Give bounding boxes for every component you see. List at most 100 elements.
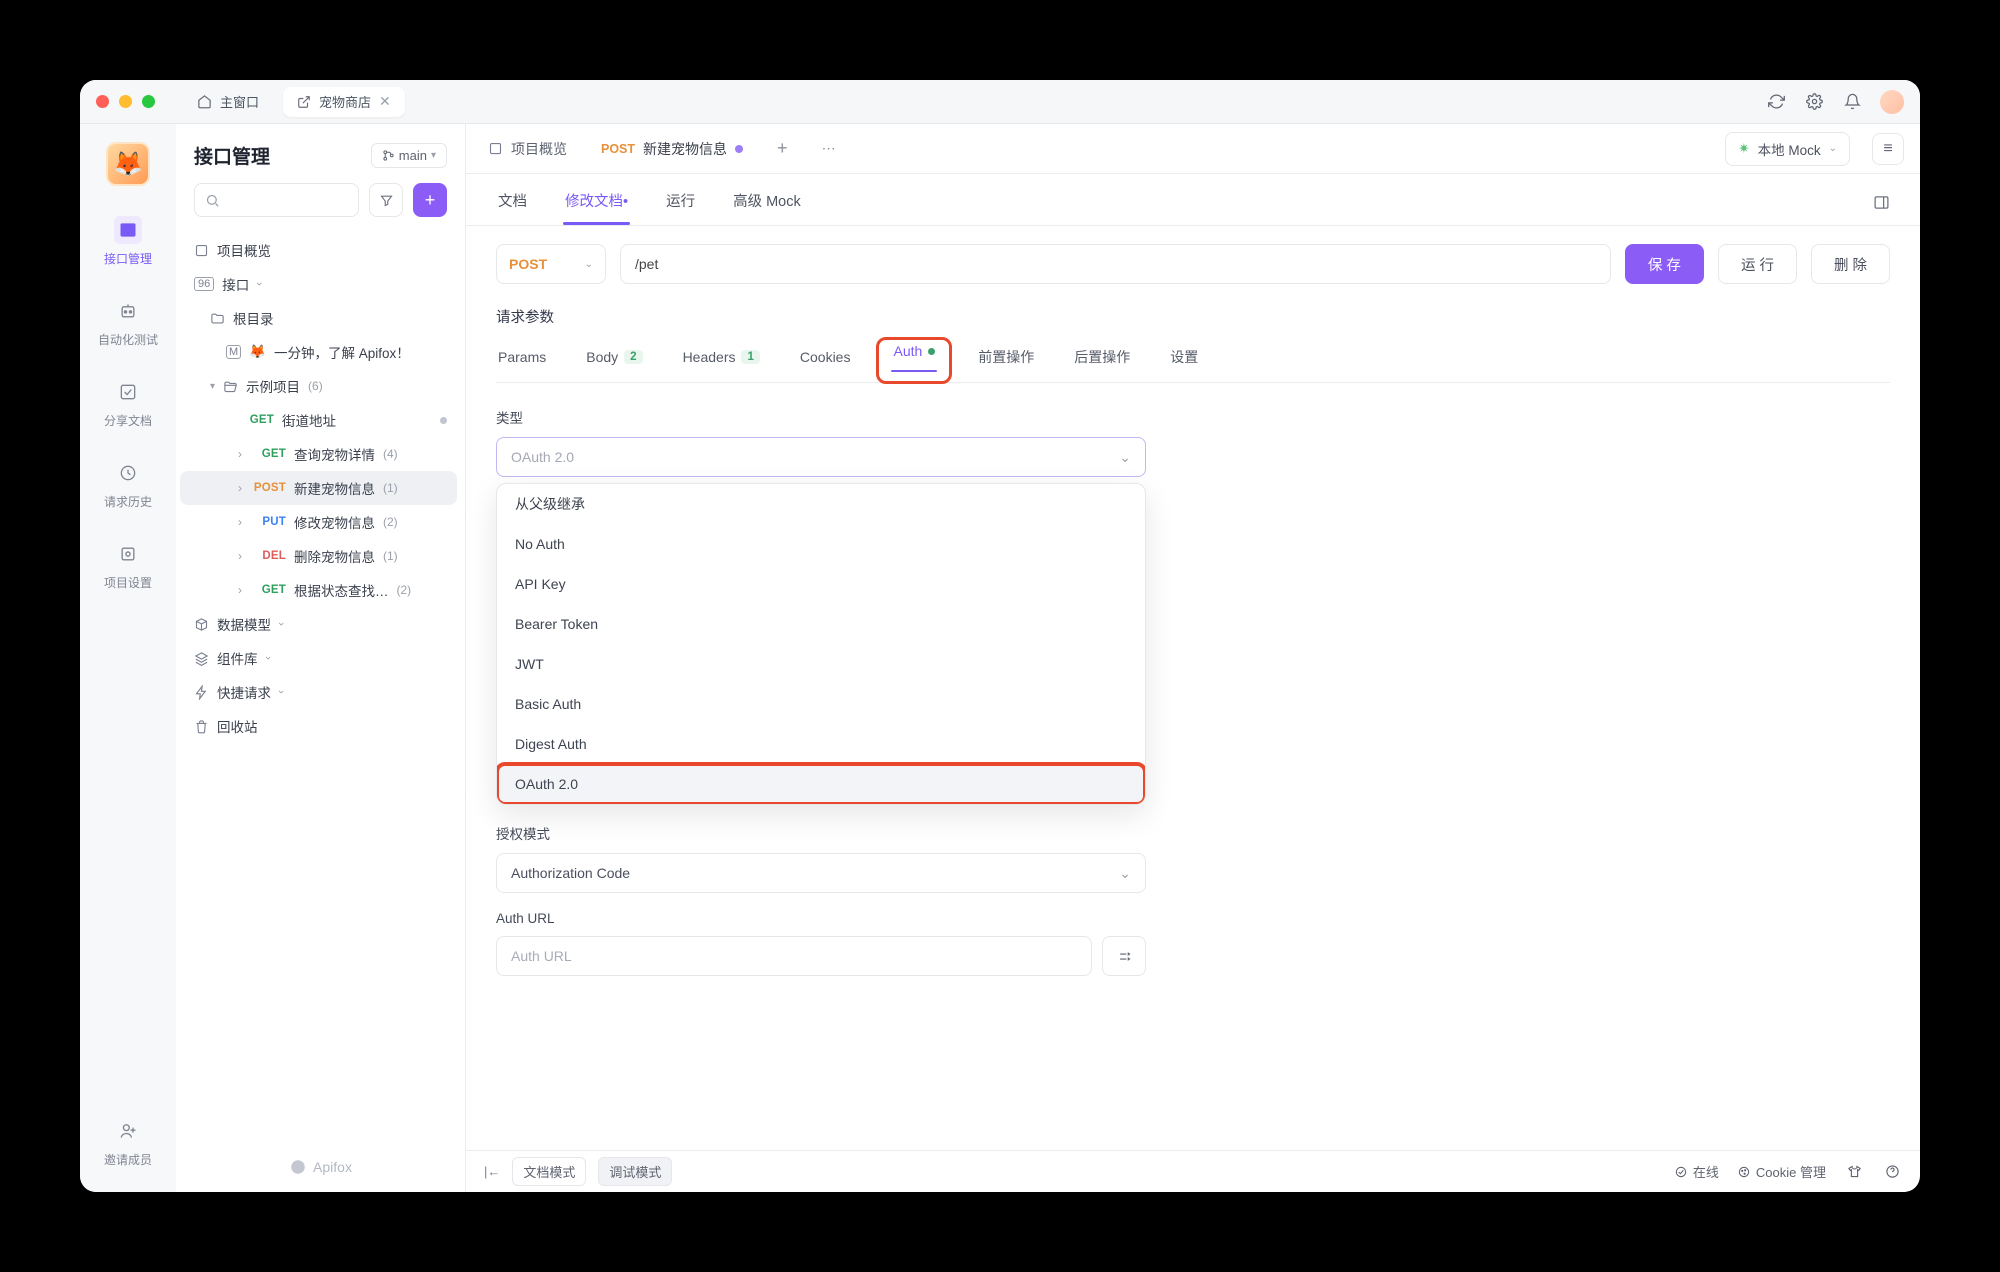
filter-button[interactable]: [369, 183, 403, 217]
rail-item-api[interactable]: 接口管理: [104, 216, 152, 267]
mode-doc-button[interactable]: 文档模式: [512, 1157, 586, 1186]
titlebar-tab-store-label: 宠物商店: [319, 92, 371, 111]
req-tab-headers[interactable]: Headers1: [681, 343, 762, 382]
settings-icon[interactable]: [1804, 92, 1824, 112]
subtab-run[interactable]: 运行: [664, 190, 697, 225]
titlebar-tab-store[interactable]: 宠物商店 ✕: [283, 87, 405, 117]
req-tab-params[interactable]: Params: [496, 343, 548, 382]
btn-label: 删 除: [1834, 254, 1867, 275]
auth-mode-select[interactable]: Authorization Code ⌄: [496, 853, 1146, 893]
dropdown-option[interactable]: Bearer Token: [497, 604, 1145, 644]
auth-url-options-button[interactable]: [1102, 936, 1146, 976]
auth-url-label: Auth URL: [496, 911, 1890, 926]
auth-url-input[interactable]: [496, 936, 1092, 976]
tree-data-model[interactable]: 数据模型 ›: [180, 607, 457, 641]
close-window-dot[interactable]: [96, 95, 109, 108]
refresh-icon[interactable]: [1766, 92, 1786, 112]
tree-api-item[interactable]: › GET 根据状态查找… (2): [180, 573, 457, 607]
collapse-sidebar-button[interactable]: |←: [484, 1164, 500, 1179]
doc-tab-overview[interactable]: 项目概览: [482, 124, 573, 173]
dropdown-option[interactable]: Digest Auth: [497, 724, 1145, 764]
subtab-doc[interactable]: 文档: [496, 190, 529, 225]
cube-icon: [194, 617, 209, 632]
req-tab-post[interactable]: 后置操作: [1072, 343, 1132, 382]
help-icon[interactable]: [1882, 1162, 1902, 1182]
req-tab-label: 后置操作: [1074, 347, 1130, 367]
branch-selector[interactable]: main ▾: [371, 143, 447, 168]
tree-api-item-selected[interactable]: › POST 新建宠物信息 (1): [180, 471, 457, 505]
zoom-window-dot[interactable]: [142, 95, 155, 108]
online-status: 在线: [1674, 1162, 1719, 1181]
tree-api-root[interactable]: 96 接口 ›: [180, 267, 457, 301]
sidebar-tools: +: [176, 183, 465, 229]
tab-more-button[interactable]: ⋯: [816, 124, 842, 173]
subtab-edit-doc[interactable]: 修改文档•: [563, 190, 630, 225]
dropdown-option[interactable]: API Key: [497, 564, 1145, 604]
tree-count: (6): [308, 379, 323, 393]
req-tab-settings[interactable]: 设置: [1168, 343, 1200, 382]
shirt-icon[interactable]: [1844, 1162, 1864, 1182]
tree-quick-request[interactable]: 快捷请求 ›: [180, 675, 457, 709]
tree-api-item[interactable]: GET 街道地址: [180, 403, 457, 437]
add-button[interactable]: +: [413, 183, 447, 217]
rail-label: 分享文档: [104, 412, 152, 429]
search-input[interactable]: [194, 183, 359, 217]
req-tab-pre[interactable]: 前置操作: [976, 343, 1036, 382]
rail-item-autotest[interactable]: 自动化测试: [98, 297, 158, 348]
url-input[interactable]: [620, 244, 1611, 284]
doc-tab-label: 项目概览: [511, 139, 567, 159]
req-tab-auth[interactable]: Auth: [891, 343, 937, 371]
tree-api-item[interactable]: › DEL 删除宠物信息 (1): [180, 539, 457, 573]
req-tab-cookies[interactable]: Cookies: [798, 343, 853, 382]
panel-toggle-button[interactable]: [1873, 194, 1890, 225]
close-icon[interactable]: ✕: [379, 93, 391, 110]
tree-example-project[interactable]: ▾ 示例项目 (6): [180, 369, 457, 403]
save-button[interactable]: 保 存: [1625, 244, 1704, 284]
titlebar: 主窗口 宠物商店 ✕: [80, 80, 1920, 124]
tree-learn-apifox[interactable]: M 🦊 一分钟，了解 Apifox！: [180, 335, 457, 369]
env-label: 本地 Mock: [1758, 139, 1821, 159]
rail-item-history[interactable]: 请求历史: [104, 459, 152, 510]
subtab-advanced-mock[interactable]: 高级 Mock: [731, 190, 803, 225]
chevron-right-icon: ›: [275, 622, 287, 626]
doc-tab-api[interactable]: POST 新建宠物信息: [595, 124, 749, 173]
user-avatar[interactable]: [1880, 90, 1904, 114]
rail-item-invite[interactable]: 邀请成员: [104, 1117, 152, 1168]
dropdown-option[interactable]: 从父级继承: [497, 484, 1145, 524]
delete-button[interactable]: 删 除: [1811, 244, 1890, 284]
modified-dot-icon: •: [623, 194, 628, 210]
mode-debug-button[interactable]: 调试模式: [598, 1157, 672, 1186]
bell-icon[interactable]: [1842, 92, 1862, 112]
env-menu-button[interactable]: ≡: [1872, 133, 1904, 165]
new-tab-button[interactable]: +: [771, 124, 794, 173]
rail-item-settings[interactable]: 项目设置: [104, 540, 152, 591]
tree-api-item[interactable]: › PUT 修改宠物信息 (2): [180, 505, 457, 539]
dropdown-option[interactable]: Basic Auth: [497, 684, 1145, 724]
option-label: No Auth: [515, 536, 565, 552]
dropdown-option[interactable]: No Auth: [497, 524, 1145, 564]
rail-label: 接口管理: [104, 250, 152, 267]
tree-overview[interactable]: 项目概览: [180, 233, 457, 267]
rail-item-share[interactable]: 分享文档: [104, 378, 152, 429]
auth-type-select[interactable]: OAuth 2.0 ⌄: [496, 437, 1146, 477]
tree-trash[interactable]: 回收站: [180, 709, 457, 743]
run-button[interactable]: 运 行: [1718, 244, 1797, 284]
minimize-window-dot[interactable]: [119, 95, 132, 108]
subtab-label: 文档: [498, 194, 527, 210]
req-tab-body[interactable]: Body2: [584, 343, 644, 382]
method-selector[interactable]: POST ⌄: [496, 244, 606, 284]
doc-icon: M: [226, 345, 241, 359]
auth-type-label: 类型: [496, 407, 1890, 427]
url-row: POST ⌄ 保 存 运 行 删 除: [496, 244, 1890, 284]
environment-selector[interactable]: ✷ 本地 Mock ⌄: [1725, 132, 1850, 166]
tree-api-item[interactable]: › GET 查询宠物详情 (4): [180, 437, 457, 471]
dropdown-option[interactable]: JWT: [497, 644, 1145, 684]
tree-root-dir[interactable]: 根目录: [180, 301, 457, 335]
tree-components[interactable]: 组件库 ›: [180, 641, 457, 675]
titlebar-tab-home[interactable]: 主窗口: [183, 87, 273, 117]
cookie-manager-button[interactable]: Cookie 管理: [1737, 1162, 1826, 1181]
dropdown-option-oauth2[interactable]: OAuth 2.0: [497, 764, 1145, 804]
chevron-right-icon: ›: [275, 690, 287, 694]
sidebar: 接口管理 main ▾ + 项目概览: [176, 124, 466, 1192]
tab-method-badge: POST: [601, 142, 635, 156]
